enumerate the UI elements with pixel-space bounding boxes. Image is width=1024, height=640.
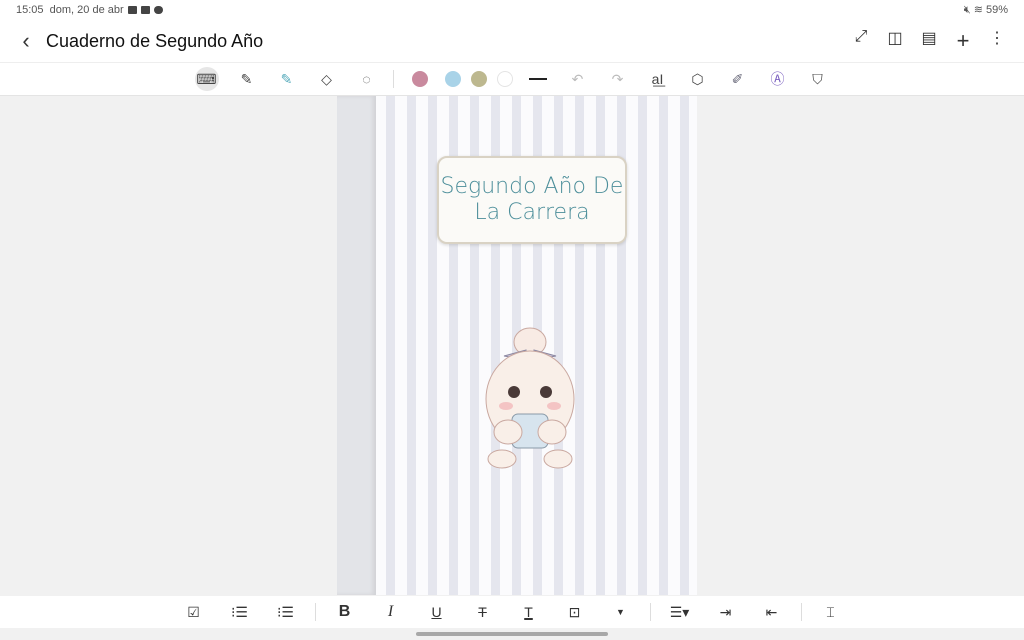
underline-button[interactable]: U bbox=[414, 604, 460, 620]
cover-title-line2: La Carrera bbox=[474, 200, 589, 226]
add-icon[interactable]: + bbox=[952, 28, 974, 54]
font-size-dropdown[interactable]: ▼ bbox=[598, 607, 644, 617]
page-list-icon[interactable]: ▤ bbox=[918, 28, 940, 54]
gallery-icon bbox=[128, 6, 137, 14]
divider bbox=[650, 603, 651, 621]
status-time: 15:05 bbox=[16, 4, 44, 16]
status-bar: 15:05 dom, 20 de abr 🔇︎ ≋ 59% bbox=[0, 0, 1024, 20]
notebook-cover[interactable]: Segundo Año De La Carrera bbox=[337, 96, 697, 595]
cover-title-label: Segundo Año De La Carrera bbox=[437, 156, 627, 244]
color-swatch-pink[interactable] bbox=[400, 65, 440, 93]
bullet-list-icon[interactable]: ⁝☰ bbox=[263, 604, 309, 621]
checkbox-icon[interactable]: ☑ bbox=[171, 604, 217, 621]
text-box-icon[interactable]: ⌶ bbox=[808, 604, 854, 621]
numbered-list-icon[interactable]: ⁝☰ bbox=[217, 604, 263, 621]
color-swatch-white[interactable] bbox=[492, 65, 518, 93]
undo-icon[interactable]: ↶ bbox=[558, 65, 598, 93]
app-header: ‹ Cuaderno de Segundo Año ⤢ ◫ ▤ + ⋮ bbox=[0, 20, 1024, 62]
cover-spine bbox=[337, 96, 376, 595]
outdent-icon[interactable]: ⇤ bbox=[749, 604, 795, 621]
highlighter-icon[interactable]: ✎ bbox=[267, 65, 307, 93]
marker-icon[interactable]: ✐ bbox=[718, 65, 758, 93]
pen-icon[interactable]: ✎ bbox=[227, 65, 267, 93]
keyboard-icon: ⌨ bbox=[195, 67, 219, 91]
color-swatch-blue[interactable] bbox=[440, 65, 466, 93]
mute-icon: 🔇︎ ≋ bbox=[964, 3, 983, 17]
status-date: dom, 20 de abr bbox=[50, 4, 124, 16]
expand-icon[interactable]: ⤢ bbox=[850, 28, 872, 54]
divider bbox=[393, 70, 394, 88]
align-icon[interactable]: ☰▾ bbox=[657, 604, 703, 621]
bunny-illustration bbox=[482, 324, 578, 474]
shapes-icon[interactable]: ⬡ bbox=[678, 65, 718, 93]
divider bbox=[315, 603, 316, 621]
book-view-icon[interactable]: ◫ bbox=[884, 28, 906, 54]
more-icon[interactable]: ⋮ bbox=[986, 28, 1008, 54]
home-indicator[interactable] bbox=[416, 632, 608, 636]
stroke-width-icon[interactable] bbox=[518, 65, 558, 93]
redo-icon[interactable]: ↷ bbox=[598, 65, 638, 93]
cover-title-line1: Segundo Año De bbox=[441, 174, 624, 200]
page-title: Cuaderno de Segundo Año bbox=[46, 31, 263, 52]
back-button[interactable]: ‹ bbox=[6, 28, 46, 54]
keyboard-button[interactable]: ⌨ bbox=[187, 65, 227, 93]
text-recognition-icon[interactable]: a͟I bbox=[638, 65, 678, 93]
lasso-icon[interactable]: ◌ bbox=[347, 65, 387, 93]
strikethrough-button[interactable]: T bbox=[460, 604, 506, 620]
text-format-toolbar: ☑ ⁝☰ ⁝☰ B I U T T ⊡ ▼ ☰▾ ⇥ ⇤ ⌶ bbox=[0, 596, 1024, 628]
color-swatch-olive[interactable] bbox=[466, 65, 492, 93]
text-background-icon[interactable]: ⊡ bbox=[552, 604, 598, 621]
youtube-icon bbox=[141, 6, 150, 14]
drawing-toolbar: ⌨ ✎ ✎ ◇ ◌ ↶ ↷ a͟I ⬡ ✐ Ⓐ ⛉ bbox=[0, 62, 1024, 96]
fill-icon[interactable]: ⛉ bbox=[798, 65, 838, 93]
battery-level: 59% bbox=[986, 4, 1008, 16]
eraser-icon[interactable]: ◇ bbox=[307, 65, 347, 93]
italic-button[interactable]: I bbox=[368, 603, 414, 621]
cloud-icon bbox=[154, 6, 163, 14]
text-color-button[interactable]: T bbox=[506, 604, 552, 620]
divider bbox=[801, 603, 802, 621]
text-style-icon[interactable]: Ⓐ bbox=[758, 65, 798, 93]
indent-icon[interactable]: ⇥ bbox=[703, 604, 749, 621]
bold-button[interactable]: B bbox=[322, 603, 368, 621]
